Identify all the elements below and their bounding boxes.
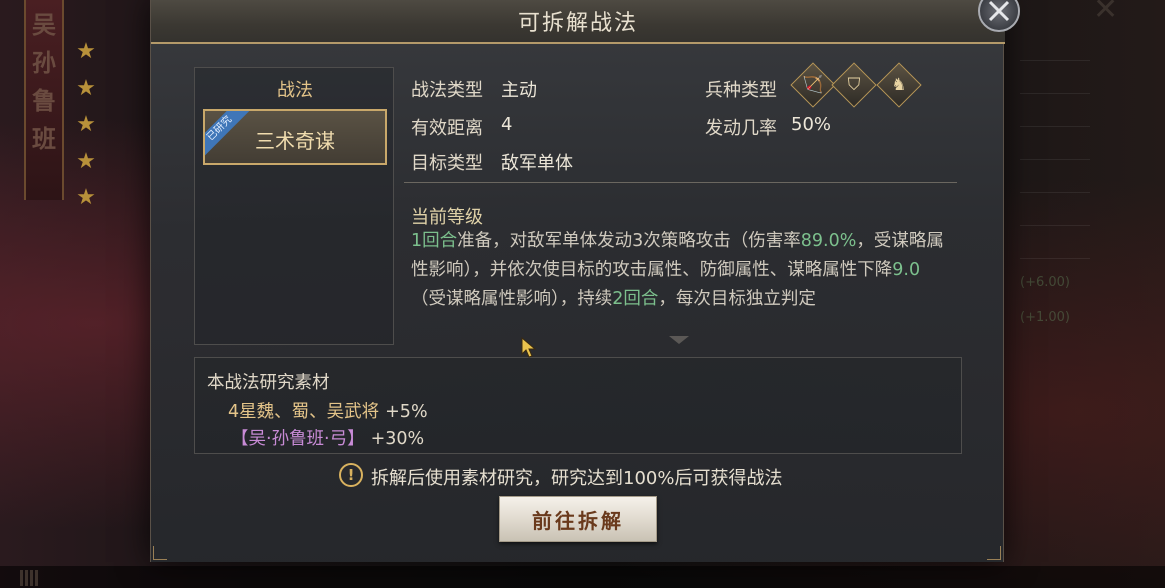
materials-title: 本战法研究素材 [207,373,330,393]
background-close-icon: ✕ [1093,0,1119,27]
target-type-label: 目标类型 [411,153,483,174]
mouse-cursor-icon [521,337,537,358]
material-name: 【吴·孙鲁班·弓】 [231,429,365,449]
star-icon: ★ [76,148,96,174]
skill-list-panel: 战法 已研究 三术奇谋 [194,67,394,345]
corner-ornament [153,546,167,560]
trigger-chance-label: 发动几率 [705,118,777,139]
cavalry-icon: ♞ [891,75,907,95]
skill-type-value: 主动 [501,80,537,101]
desc-highlight: 9.0 [892,260,921,280]
general-name: 吴孙鲁班 [32,10,56,153]
star-icon: ★ [76,112,96,137]
star-icon: ★ [76,185,96,210]
background-stat-value: (+1.00) [1020,310,1070,325]
target-type-value: 敌军单体 [501,153,573,174]
warning-icon: ! [339,463,363,487]
desc-highlight: 89.0% [800,231,857,251]
background-stat-value: (+6.00) [1020,275,1070,290]
archer-icon: 🏹 [802,75,824,95]
current-level-heading: 当前等级 [411,207,483,228]
desc-highlight: 1回合 [411,231,458,251]
star-icon: ★ [76,39,96,64]
menu-icon [20,570,40,586]
trigger-chance-value: 50% [791,114,832,135]
research-materials-box: 本战法研究素材 4星魏、蜀、吴武将 +5% 【吴·孙鲁班·弓】 +30% [194,357,962,454]
go-decompose-button[interactable]: 前往拆解 [499,496,657,542]
range-value: 4 [501,114,513,135]
skill-list-header: 战法 [277,80,313,101]
material-item: 4星魏、蜀、吴武将 +5% [228,398,428,423]
material-bonus: +5% [385,402,428,422]
desc-text: 准备，对敌军单体发动3次策略攻击（伤害率 [457,231,801,251]
divider [404,182,957,183]
material-item: 【吴·孙鲁班·弓】 +30% [231,425,424,450]
notice-text: 拆解后使用素材研究，研究达到100%后可获得战法 [371,468,783,489]
star-icon: ★ [76,75,96,101]
shield-icon: ⛉ [847,75,861,95]
material-name: 4星魏、蜀、吴武将 [228,402,380,422]
desc-text: ，每次目标独立判定 [658,289,816,309]
material-bonus: +30% [370,429,425,449]
bottom-bar [0,566,1165,588]
scroll-down-icon[interactable] [669,336,689,346]
skill-card[interactable]: 已研究 三术奇谋 [203,109,387,165]
dialog-title-bar: 可拆解战法 [151,0,1005,44]
troop-type-label: 兵种类型 [705,80,777,101]
skill-type-label: 战法类型 [411,80,483,101]
desc-text: （受谋略属性影响），持续 [411,289,613,309]
skill-description: 1回合准备，对敌军单体发动3次策略攻击（伤害率89.0%，受谋略属性影响），并依… [411,227,951,314]
range-label: 有效距离 [411,118,483,139]
desc-highlight: 2回合 [612,289,659,309]
star-rating: ★ ★ ★ ★ ★ [72,34,100,217]
skill-decompose-dialog: 可拆解战法 战法 已研究 三术奇谋 战法类型 主动 有效距离 4 目标类型 敌军… [150,0,1005,562]
close-icon [988,0,1010,22]
corner-ornament [987,546,1001,560]
skill-card-name: 三术奇谋 [255,129,335,153]
dialog-title: 可拆解战法 [517,11,638,36]
